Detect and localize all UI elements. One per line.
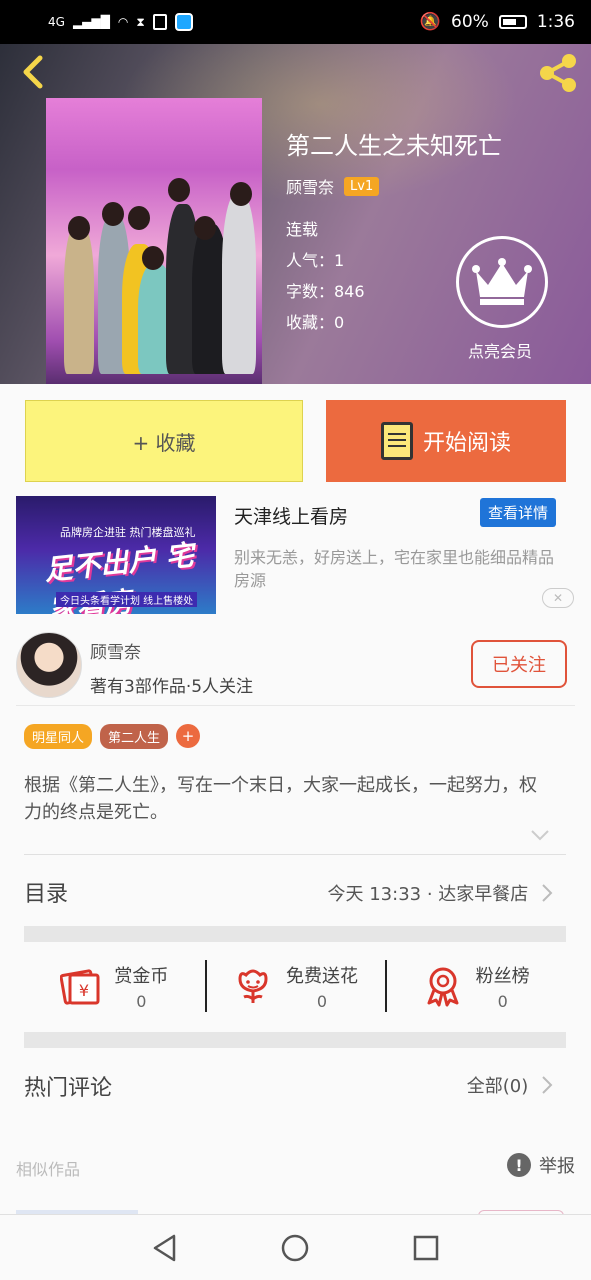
- chevron-right-icon: [542, 1076, 553, 1094]
- back-triangle-icon[interactable]: [150, 1233, 180, 1263]
- mute-icon: 🔕: [419, 12, 442, 32]
- similar-works-header: 相似作品 ! 举报: [16, 1150, 575, 1184]
- chevron-left-icon: [23, 55, 43, 89]
- send-flower-value: 0: [316, 991, 328, 1011]
- catalog-label: 目录: [24, 882, 69, 907]
- ad-banner[interactable]: 品牌房企进驻 热门楼盘巡礼 足不出户 宅家看房 今日头条看学计划 线上售楼处 天…: [16, 494, 575, 618]
- add-tag-button[interactable]: +: [176, 724, 201, 748]
- divider: [24, 854, 566, 855]
- start-reading-label: 开始阅读: [422, 431, 511, 456]
- start-reading-button[interactable]: 开始阅读: [326, 400, 566, 482]
- action-buttons: + 收藏 开始阅读: [25, 400, 566, 482]
- share-button[interactable]: [535, 50, 581, 96]
- author-card-name: 顾雪奈: [90, 643, 141, 663]
- flower-icon: [232, 965, 274, 1007]
- all-comments-link[interactable]: 全部(0): [467, 1072, 554, 1098]
- vip-button[interactable]: [456, 236, 548, 328]
- ad-image-line3: 今日头条看学计划 线上售楼处: [56, 592, 198, 607]
- crown-icon: [472, 258, 532, 305]
- chevron-down-icon: [531, 830, 549, 841]
- latest-chapter-text: 今天 13:33 · 达家早餐店: [327, 884, 529, 905]
- book-popularity: 人气：1: [286, 251, 345, 270]
- all-comments-text: 全部(0): [466, 1076, 529, 1097]
- book-header: 第二人生之未知死亡 顾雪奈 Lv1 连载 人气：1 字数：846 收藏：0 点亮…: [0, 44, 591, 384]
- support-actions: ¥ 赏金币 0 免费送花 0 粉丝榜 0: [24, 956, 566, 1016]
- chevron-right-icon: [542, 884, 553, 902]
- status-bar: 4G ▂▄▆█ ◠ ⧗ 🔕 60% 1:36: [0, 0, 591, 44]
- tag-list: 明星同人 第二人生 +: [24, 724, 201, 749]
- book-status: 连载: [286, 220, 319, 239]
- tag-item[interactable]: 明星同人: [24, 724, 93, 749]
- vip-label[interactable]: 点亮会员: [468, 338, 532, 362]
- level-badge: Lv1: [344, 176, 380, 196]
- recents-square-icon[interactable]: [411, 1233, 441, 1263]
- book-title: 第二人生之未知死亡: [286, 132, 502, 160]
- ad-title[interactable]: 天津线上看房: [234, 502, 348, 529]
- ad-close-button[interactable]: ✕: [542, 588, 574, 608]
- send-flower-button[interactable]: 免费送花 0: [204, 956, 386, 1016]
- report-button[interactable]: ! 举报: [507, 1152, 575, 1178]
- book-word-count: 字数：846: [286, 282, 365, 301]
- book-intro: 根据《第二人生》，写在一个末日，大家一起成长，一起努力，权力的终点是死亡。: [24, 775, 537, 823]
- book-cover[interactable]: [46, 98, 262, 384]
- fan-ranking-button[interactable]: 粉丝榜 0: [385, 956, 566, 1016]
- app-notification-icon: [174, 13, 193, 31]
- home-circle-icon[interactable]: [280, 1233, 310, 1263]
- avatar[interactable]: [16, 632, 82, 698]
- author-row: 顾雪奈 Lv1: [286, 174, 380, 198]
- clock: 1:36: [536, 12, 575, 32]
- tag-item[interactable]: 第二人生: [100, 724, 169, 749]
- hot-comments-row[interactable]: 热门评论 全部(0): [24, 1066, 554, 1106]
- hot-comments-label: 热门评论: [24, 1076, 113, 1101]
- catalog-row[interactable]: 目录 今天 13:33 · 达家早餐店: [24, 872, 554, 912]
- book-favorites: 收藏：0: [286, 313, 345, 332]
- back-button[interactable]: [14, 52, 54, 92]
- medal-icon: [422, 965, 464, 1007]
- battery-icon: [498, 15, 527, 29]
- fan-ranking-label: 粉丝榜: [475, 965, 530, 987]
- collect-button[interactable]: + 收藏: [25, 400, 303, 482]
- warning-icon: !: [507, 1153, 531, 1177]
- ad-image[interactable]: 品牌房企进驻 热门楼盘巡礼 足不出户 宅家看房 今日头条看学计划 线上售楼处: [16, 496, 216, 614]
- sim-icon: [152, 14, 167, 30]
- hourglass-icon: ⧗: [136, 14, 145, 29]
- section-separator: [24, 926, 566, 942]
- signal-icon: ▂▄▆█: [72, 15, 110, 29]
- reward-coin-icon: ¥: [60, 965, 102, 1007]
- author-name[interactable]: 顾雪奈: [286, 174, 334, 198]
- battery-percent: 60%: [451, 12, 489, 32]
- ad-description: 别来无恙，好房送上，宅在家里也能细品精品房源: [234, 548, 555, 590]
- wifi-icon: ◠: [117, 15, 129, 29]
- author-card[interactable]: 顾雪奈 著有3部作品·5人关注 已关注: [16, 630, 575, 706]
- similar-works-label: 相似作品: [16, 1160, 81, 1179]
- ad-details-button[interactable]: 查看详情: [480, 498, 557, 527]
- system-nav-bar: [0, 1214, 591, 1280]
- fan-ranking-value: 0: [497, 991, 508, 1011]
- report-label: 举报: [539, 1156, 575, 1177]
- follow-button[interactable]: 已关注: [471, 640, 567, 688]
- author-card-stats: 著有3部作品·5人关注: [90, 677, 254, 697]
- reward-coin-button[interactable]: ¥ 赏金币 0: [24, 956, 205, 1016]
- reward-coin-value: 0: [136, 991, 147, 1011]
- reward-coin-label: 赏金币: [114, 965, 169, 987]
- book-icon: [380, 422, 413, 460]
- section-separator: [24, 1032, 566, 1048]
- latest-chapter: 今天 13:33 · 达家早餐店: [328, 880, 555, 906]
- close-icon: ✕: [552, 591, 564, 605]
- svg-text:¥: ¥: [79, 981, 89, 1000]
- expand-intro-button[interactable]: [530, 826, 550, 846]
- send-flower-label: 免费送花: [286, 965, 358, 987]
- network-label: 4G: [48, 15, 65, 29]
- share-icon: [540, 54, 576, 92]
